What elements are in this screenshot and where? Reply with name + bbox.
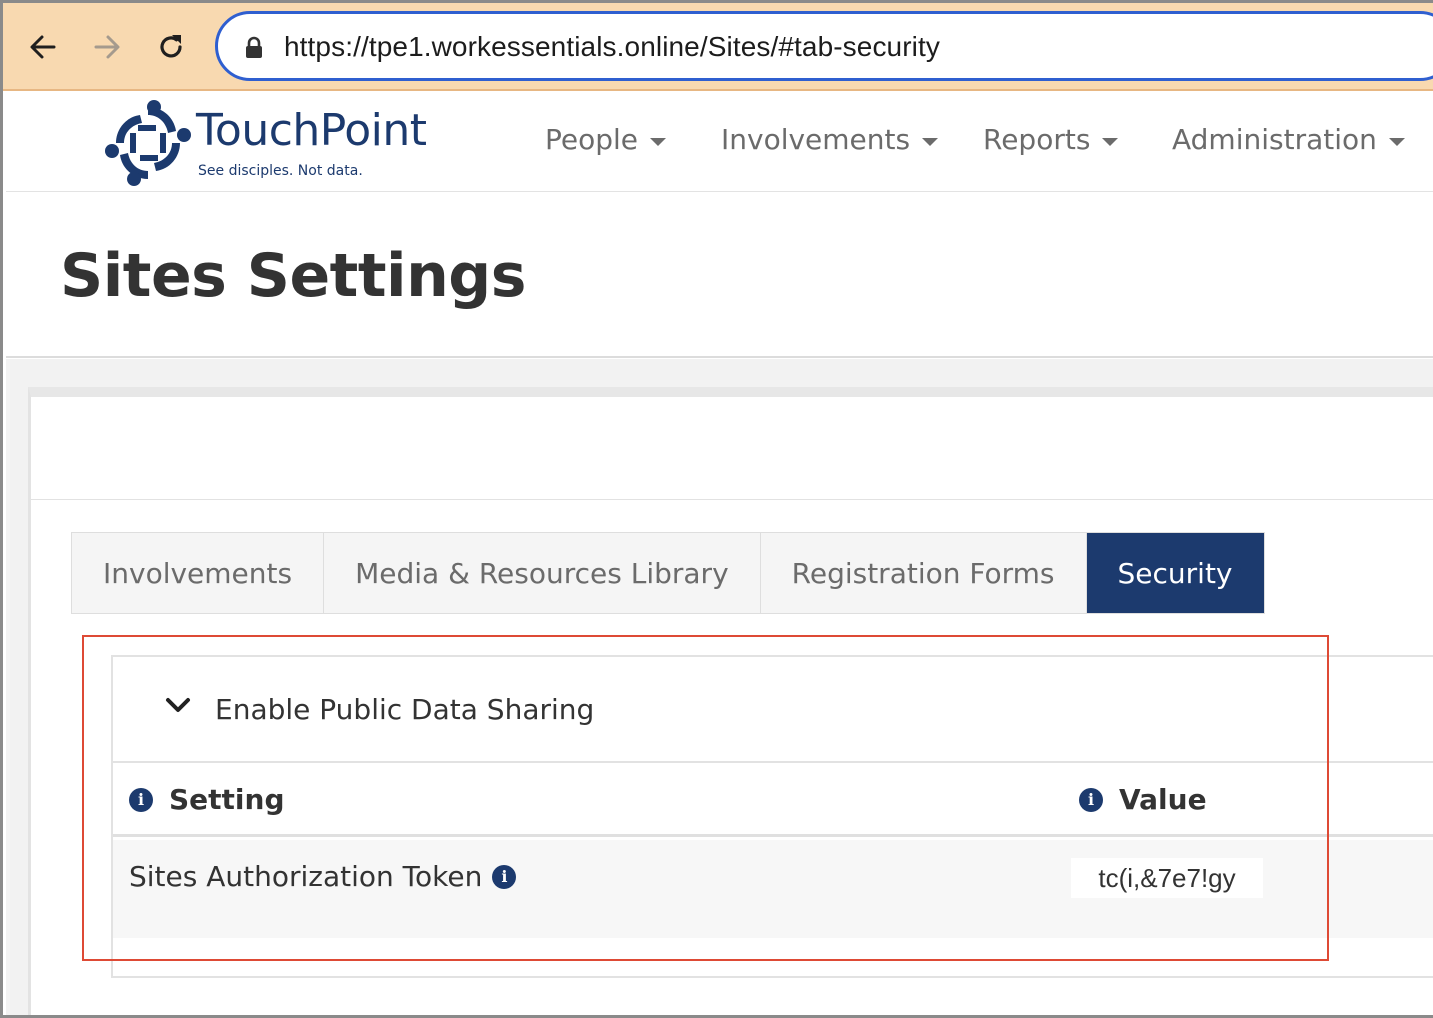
lock-icon	[246, 36, 262, 58]
caret-down-icon	[650, 137, 667, 146]
nav-reports[interactable]: Reports	[983, 123, 1119, 156]
url-text[interactable]: https://tpe1.workessentials.online/Sites…	[284, 31, 940, 63]
arrow-left-icon	[30, 35, 56, 59]
tab-registration-forms[interactable]: Registration Forms	[760, 533, 1087, 613]
caret-down-icon	[922, 137, 939, 146]
caret-down-icon	[1102, 137, 1119, 146]
forward-button[interactable]	[85, 25, 129, 69]
reload-icon	[160, 35, 182, 58]
brand-tagline: See disciples. Not data.	[198, 163, 363, 179]
nav-administration[interactable]: Administration	[1172, 123, 1405, 156]
tab-involvements[interactable]: Involvements	[72, 533, 325, 613]
reload-button[interactable]	[149, 25, 193, 69]
window-frame: https://tpe1.workessentials.online/Sites…	[0, 0, 1433, 1018]
arrow-right-icon	[94, 35, 120, 59]
tab-security[interactable]: Security	[1086, 533, 1264, 613]
caret-down-icon	[1388, 137, 1405, 146]
page-title: Sites Settings	[60, 241, 526, 311]
back-button[interactable]	[21, 25, 65, 69]
nav-administration-label: Administration	[1172, 123, 1377, 156]
nav-involvements[interactable]: Involvements	[721, 123, 939, 156]
address-bar[interactable]: https://tpe1.workessentials.online/Sites…	[215, 11, 1433, 81]
brand-name[interactable]: TouchPoint	[196, 105, 427, 156]
nav-people-label: People	[545, 123, 639, 156]
nav-involvements-label: Involvements	[721, 123, 911, 156]
page-title-band: Sites Settings	[6, 193, 1433, 358]
tab-media-resources-library[interactable]: Media & Resources Library	[324, 533, 761, 613]
highlight-box	[82, 635, 1329, 961]
panel-divider	[31, 499, 1433, 500]
browser-toolbar: https://tpe1.workessentials.online/Sites…	[3, 3, 1433, 91]
settings-tabs: Involvements Media & Resources Library R…	[71, 532, 1265, 614]
nav-people[interactable]: People	[545, 123, 667, 156]
nav-reports-label: Reports	[983, 123, 1091, 156]
app-header: TouchPoint See disciples. Not data. Peop…	[6, 91, 1433, 192]
touchpoint-logo-icon[interactable]	[98, 95, 198, 191]
